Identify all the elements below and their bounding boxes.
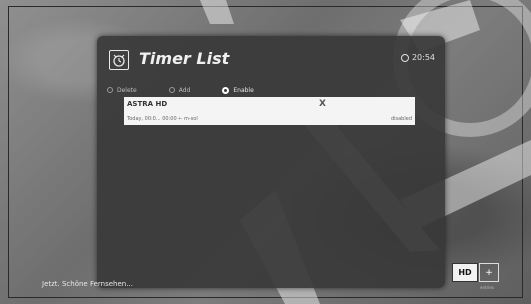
clock-time: 20:54 (411, 53, 435, 62)
page-title: Timer List (139, 49, 230, 68)
now-playing-text: Jetzt. Schöne Fernsehen... (42, 280, 133, 288)
timer-time: Today, 00:0... 00:00 ← m-sol (127, 116, 198, 122)
delete-button[interactable]: Delete (107, 87, 137, 94)
timer-row[interactable]: ASTRA HD X Today, 00:0... 00:00 ← m-sol … (124, 97, 415, 125)
timer-toolbar: Delete Add Enable (107, 84, 435, 96)
delete-label: Delete (117, 86, 137, 94)
timer-disabled-mark: X (319, 99, 326, 109)
timer-channel: ASTRA HD (127, 100, 168, 108)
add-button[interactable]: Add (168, 86, 191, 94)
plus-badge-caption: entries (480, 285, 494, 290)
clock: 20:54 (400, 53, 435, 62)
alarm-clock-icon (109, 50, 129, 70)
radio-selected-icon (222, 86, 230, 94)
panel-header: Timer List 20:54 (97, 36, 445, 82)
timer-status: disabled (390, 116, 412, 122)
enable-button[interactable]: Enable (222, 86, 254, 94)
radio-icon (168, 87, 175, 93)
add-label: Add (178, 86, 191, 94)
hd-badge: HD (452, 263, 478, 282)
radio-icon (107, 87, 113, 93)
timer-list-panel: Timer List 20:54 Delete Add Enable ASTRA… (97, 36, 445, 288)
plus-badge: + (479, 263, 499, 282)
clock-icon (400, 53, 409, 62)
enable-label: Enable (233, 86, 254, 94)
